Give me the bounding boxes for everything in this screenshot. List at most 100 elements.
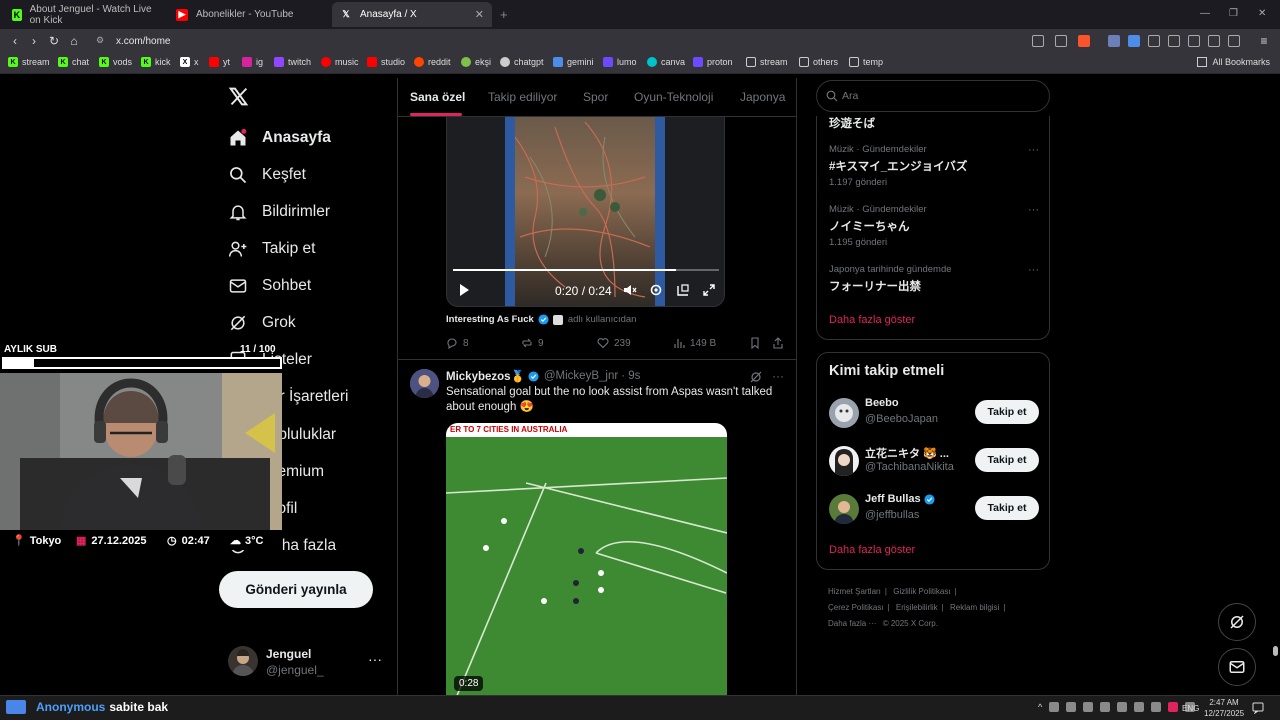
sidebar-item-explore[interactable]: Keşfet	[226, 160, 306, 190]
bookmark-folder[interactable]: others	[799, 57, 838, 67]
language-indicator[interactable]: ENG	[1182, 704, 1199, 713]
notification-icon[interactable]	[1252, 702, 1264, 714]
tab-sports[interactable]: Spor	[583, 90, 608, 104]
all-bookmarks-button[interactable]: All Bookmarks	[1197, 57, 1270, 67]
chevron-up-icon[interactable]: ^	[1038, 702, 1042, 712]
show-more-trends-link[interactable]: Daha fazla göster	[829, 314, 915, 326]
bookmark-item[interactable]: Xx	[180, 57, 199, 67]
maximize-icon[interactable]: ❐	[1229, 8, 1238, 19]
tray-icon[interactable]	[1117, 702, 1128, 712]
tray-icon[interactable]	[1083, 702, 1094, 712]
sidebar-item-grok[interactable]: Grok	[226, 308, 296, 338]
follow-button[interactable]: Takip et	[975, 496, 1039, 520]
tweet-time[interactable]: · 9s	[621, 370, 640, 382]
reload-icon[interactable]: ↻	[47, 34, 61, 48]
share-icon[interactable]	[1055, 35, 1067, 47]
bookmark-item[interactable]: canva	[647, 57, 685, 67]
minimize-icon[interactable]: —	[1200, 8, 1210, 19]
sidebar-item-notifications[interactable]: Bildirimler	[226, 197, 330, 227]
share-button[interactable]	[772, 337, 789, 349]
tab-japan[interactable]: Japonya	[740, 90, 785, 104]
tab-for-you[interactable]: Sana özel	[410, 90, 465, 104]
browser-tab-kick[interactable]: K About Jenguel - Watch Live on Kick	[4, 2, 164, 27]
more-icon[interactable]: ···	[772, 369, 784, 383]
bookmark-item[interactable]: Kstream	[8, 57, 50, 67]
footer-link[interactable]: Reklam bilgisi	[950, 603, 999, 612]
sidebar-item-home[interactable]: Anasayfa	[226, 123, 331, 153]
extension-icon[interactable]	[1108, 35, 1120, 47]
footer-link[interactable]: Erişilebilirlik	[896, 603, 938, 612]
video-source-attribution[interactable]: Interesting As Fuck adlı kullanıcıdan	[446, 314, 636, 325]
bookmark-item[interactable]: Kchat	[58, 57, 89, 67]
post-button[interactable]: Gönderi yayınla	[219, 571, 373, 608]
search-input[interactable]: Ara	[816, 80, 1050, 112]
video-player[interactable]: ER TO 7 CITIES IN AUSTRALIA 0:28	[446, 423, 727, 695]
like-button[interactable]: 239	[597, 337, 631, 349]
grok-icon[interactable]	[750, 371, 762, 383]
show-more-follow-link[interactable]: Daha fazla göster	[829, 544, 915, 556]
extensions-puzzle-icon[interactable]	[1148, 35, 1160, 47]
retweet-button[interactable]: 9	[521, 337, 544, 349]
follow-button[interactable]: Takip et	[975, 448, 1039, 472]
bookmark-button[interactable]	[749, 337, 766, 349]
settings-icon[interactable]	[649, 283, 663, 297]
tray-icon[interactable]	[1151, 702, 1162, 712]
more-icon[interactable]: ···	[1028, 144, 1039, 156]
bookmark-item[interactable]: reddit	[414, 57, 451, 67]
browser-tab-youtube[interactable]: ▶ Abonelikler - YouTube	[168, 2, 328, 27]
footer-link[interactable]: Gizlilik Politikası	[893, 587, 950, 596]
browser-tab-x[interactable]: 𝕏 Anasayfa / X ✕	[332, 2, 492, 27]
follow-button[interactable]: Takip et	[975, 400, 1039, 424]
more-icon[interactable]: ···	[1028, 204, 1039, 216]
close-tab-icon[interactable]: ✕	[475, 8, 484, 21]
more-icon[interactable]: ···	[368, 651, 382, 667]
tray-icon[interactable]	[1100, 702, 1111, 712]
messages-floating-button[interactable]	[1218, 648, 1256, 686]
footer-link[interactable]: Daha fazla ···	[828, 619, 876, 628]
bookmark-item[interactable]: yt	[209, 57, 230, 67]
mute-icon[interactable]	[623, 283, 637, 297]
brave-shield-icon[interactable]	[1078, 35, 1090, 47]
grok-floating-button[interactable]	[1218, 603, 1256, 641]
bookmark-item[interactable]: gemini	[553, 57, 594, 67]
new-tab-button[interactable]: +	[500, 7, 508, 22]
bookmark-item[interactable]: chatgpt	[500, 57, 544, 67]
bookmark-item[interactable]: ig	[242, 57, 263, 67]
address-bar[interactable]: ⚙ x.com/home	[90, 31, 1100, 52]
screen-cast-icon[interactable]	[1032, 35, 1044, 47]
tray-icon[interactable]	[1168, 702, 1179, 712]
bookmark-folder[interactable]: stream	[746, 57, 788, 67]
follow-suggestion[interactable]: 立花ニキタ 🐯 ... @TachibanaNikita Takip et	[829, 444, 1039, 478]
tray-icon[interactable]	[1134, 702, 1145, 712]
bookmark-item[interactable]: ekşi	[461, 57, 491, 67]
follow-suggestion[interactable]: Jeff Bullas @jeffbullas Takip et	[829, 492, 1039, 526]
trend-item[interactable]: Müzik · Gündemdekiler #キスマイ_エンジョイバズ 1.19…	[829, 144, 1039, 188]
system-clock[interactable]: 2:47 AM 12/27/2025	[1204, 697, 1244, 719]
trend-item[interactable]: Müzik · Gündemdekiler ノイミーちゃん 1.195 gönd…	[829, 204, 1039, 248]
home-icon[interactable]: ⌂	[67, 34, 81, 48]
back-icon[interactable]: ‹	[8, 34, 22, 48]
extension-icon[interactable]	[1128, 35, 1140, 47]
bookmark-item[interactable]: music	[321, 57, 359, 67]
more-icon[interactable]: ···	[1028, 264, 1039, 276]
sidebar-item-messages[interactable]: Sohbet	[226, 271, 311, 301]
scrollbar-thumb[interactable]	[1273, 646, 1278, 656]
video-progress-bar[interactable]	[453, 269, 719, 271]
link-icon[interactable]	[1228, 35, 1240, 47]
views-button[interactable]: 149 B	[673, 337, 716, 349]
tray-icon[interactable]	[1049, 702, 1060, 712]
forward-icon[interactable]: ›	[27, 34, 41, 48]
tab-following[interactable]: Takip ediliyor	[488, 90, 557, 104]
bookmark-item[interactable]: twitch	[274, 57, 311, 67]
bookmark-folder[interactable]: temp	[849, 57, 883, 67]
bookmark-item[interactable]: proton	[693, 57, 733, 67]
trend-item[interactable]: 珍遊そば	[829, 112, 1039, 131]
footer-link[interactable]: Hizmet Şartları	[828, 587, 881, 596]
video-player[interactable]: 0:20 / 0:24	[446, 117, 725, 307]
fullscreen-icon[interactable]	[702, 283, 716, 297]
footer-link[interactable]: Çerez Politikası	[828, 603, 884, 612]
sidebar-item-follow[interactable]: Takip et	[226, 234, 315, 264]
account-switcher[interactable]: Jenguel @jenguel_ ···	[228, 645, 388, 679]
tab-gaming-tech[interactable]: Oyun-Teknoloji	[634, 90, 713, 104]
follow-suggestion[interactable]: Beebo @BeeboJapan Takip et	[829, 396, 1039, 430]
